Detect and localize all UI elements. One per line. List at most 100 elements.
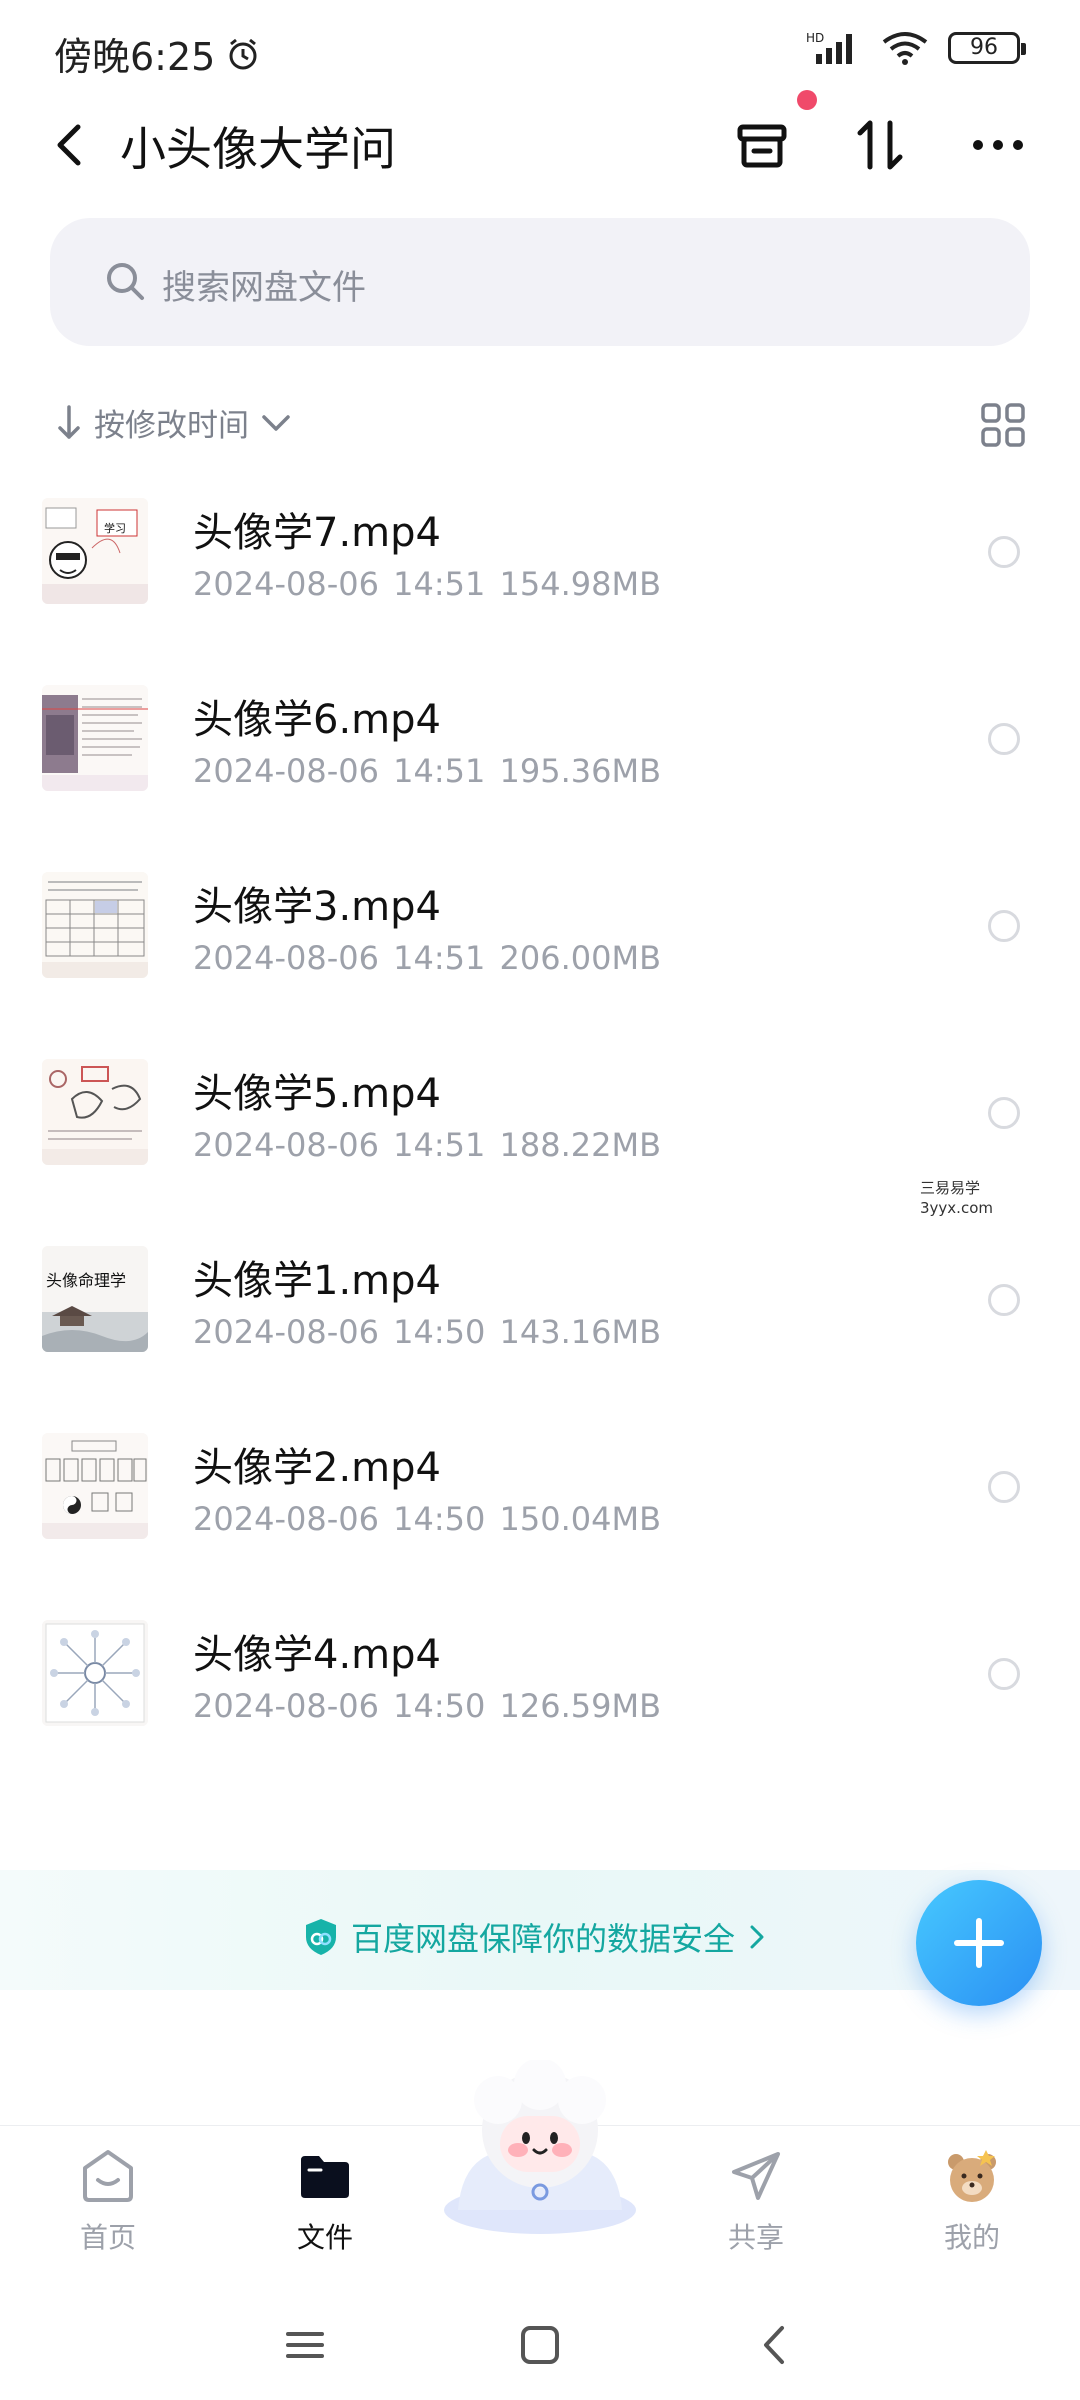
alarm-icon — [229, 38, 257, 69]
page-title: 小头像大学问 — [120, 122, 396, 176]
security-banner-content: 百度网盘保障你的数据安全 — [303, 1914, 767, 1960]
file-time: 14:51 — [393, 939, 486, 977]
file-row[interactable]: 学习 头像学7.mp4 2024-08-06 14:51 154.98MB — [0, 480, 1080, 667]
file-meta: 2024-08-06 14:51 206.00MB — [193, 939, 661, 977]
file-size: 188.22MB — [499, 1126, 662, 1164]
tab-label: 我的 — [943, 2221, 1000, 2254]
battery-indicator: 96 — [948, 32, 1026, 64]
tab-home[interactable]: 首页 — [38, 2136, 178, 2276]
system-back-icon[interactable] — [740, 2310, 810, 2380]
video-thumbnail: 头像命理学 — [42, 1246, 148, 1352]
file-row[interactable]: 头像学5.mp4 2024-08-06 14:51 188.22MB — [0, 1041, 1080, 1228]
file-select-radio[interactable] — [988, 1658, 1020, 1690]
file-select-radio[interactable] — [988, 1471, 1020, 1503]
sort-arrow-down-icon — [58, 404, 80, 439]
file-name: 头像学7.mp4 — [193, 510, 441, 556]
file-time: 14:50 — [393, 1500, 486, 1538]
file-row[interactable]: 头像学2.mp4 2024-08-06 14:50 150.04MB — [0, 1415, 1080, 1602]
file-select-radio[interactable] — [988, 723, 1020, 755]
file-name: 头像学5.mp4 — [193, 1071, 441, 1117]
file-name: 头像学6.mp4 — [193, 697, 441, 743]
file-date: 2024-08-06 — [193, 939, 379, 977]
file-time: 14:51 — [393, 752, 486, 790]
chevron-down-icon — [262, 414, 290, 431]
header-bar: 小头像大学问 — [0, 105, 1080, 185]
text-page-thumb-image — [42, 685, 148, 791]
folder-icon — [301, 2156, 349, 2198]
file-size: 154.98MB — [499, 565, 662, 603]
status-icons: HD 96 — [806, 30, 1026, 66]
thumb-learn-label: 学习 — [104, 521, 126, 535]
system-nav-bar — [0, 2290, 1080, 2400]
status-bar: 傍晚6:25 HD 96 — [0, 0, 1080, 100]
grid-view-icon[interactable] — [980, 402, 1026, 448]
more-options-icon[interactable] — [966, 113, 1030, 177]
bear-avatar-icon — [948, 2150, 996, 2202]
meme-face-thumb-image: 学习 — [42, 498, 148, 604]
file-date: 2024-08-06 — [193, 1500, 379, 1538]
app-root: 傍晚6:25 HD 96 小头像大学问 搜索网盘文件 按修改时间 学习 头像学7… — [0, 0, 1080, 2400]
file-time: 14:51 — [393, 565, 486, 603]
file-name: 头像学1.mp4 — [193, 1258, 441, 1304]
recycle-bin-icon[interactable] — [730, 113, 794, 177]
site-watermark: 三易易学 3yyx.com — [920, 1178, 993, 1218]
thumb-title-text: 头像命理学 — [46, 1271, 126, 1290]
file-date: 2024-08-06 — [193, 1313, 379, 1351]
mindmap-thumb-image — [42, 1620, 148, 1726]
home-icon — [83, 2150, 133, 2202]
file-date: 2024-08-06 — [193, 565, 379, 603]
file-date: 2024-08-06 — [193, 1687, 379, 1725]
notification-dot — [797, 90, 817, 110]
file-meta: 2024-08-06 14:51 195.36MB — [193, 752, 661, 790]
sort-label: 按修改时间 — [94, 408, 249, 444]
file-size: 195.36MB — [499, 752, 662, 790]
file-time: 14:51 — [393, 1126, 486, 1164]
watermark-line-2: 3yyx.com — [920, 1199, 993, 1217]
recent-apps-icon[interactable] — [270, 2310, 340, 2380]
ai-assistant-mascot[interactable] — [438, 2060, 642, 2240]
file-date: 2024-08-06 — [193, 752, 379, 790]
file-row[interactable]: 头像学4.mp4 2024-08-06 14:50 126.59MB — [0, 1602, 1080, 1789]
file-select-radio[interactable] — [988, 910, 1020, 942]
tab-share[interactable]: 共享 — [686, 2136, 826, 2276]
search-input[interactable]: 搜索网盘文件 — [50, 218, 1030, 346]
file-size: 150.04MB — [499, 1500, 662, 1538]
tab-label: 文件 — [296, 2221, 353, 2254]
paper-plane-icon — [732, 2152, 780, 2200]
sketch-page-thumb-image — [42, 1059, 148, 1165]
file-list: 学习 头像学7.mp4 2024-08-06 14:51 154.98MB 头像… — [0, 480, 1080, 1789]
transfer-list-icon[interactable] — [848, 113, 912, 177]
file-meta: 2024-08-06 14:50 143.16MB — [193, 1313, 661, 1351]
search-placeholder: 搜索网盘文件 — [162, 268, 366, 308]
file-name: 头像学4.mp4 — [193, 1632, 441, 1678]
file-row[interactable]: 头像学3.mp4 2024-08-06 14:51 206.00MB — [0, 854, 1080, 1041]
back-arrow-icon[interactable] — [40, 115, 100, 175]
file-name: 头像学3.mp4 — [193, 884, 441, 930]
file-size: 126.59MB — [499, 1687, 662, 1725]
file-select-radio[interactable] — [988, 1284, 1020, 1316]
table-page-thumb-image — [42, 872, 148, 978]
tab-files[interactable]: 文件 — [255, 2136, 395, 2276]
cellular-signal-icon: HD — [806, 31, 852, 64]
video-thumbnail — [42, 685, 148, 791]
add-button[interactable] — [916, 1880, 1042, 2006]
status-time: 傍晚6:25 — [54, 26, 261, 81]
video-thumbnail — [42, 1433, 148, 1539]
title-card-thumb-image: 头像命理学 — [42, 1246, 148, 1352]
file-meta: 2024-08-06 14:50 150.04MB — [193, 1500, 661, 1538]
file-select-radio[interactable] — [988, 1097, 1020, 1129]
video-thumbnail — [42, 1059, 148, 1165]
search-icon — [107, 263, 144, 300]
file-row[interactable]: 头像学6.mp4 2024-08-06 14:51 195.36MB — [0, 667, 1080, 854]
file-size: 206.00MB — [499, 939, 662, 977]
sort-dropdown[interactable]: 按修改时间 — [54, 400, 293, 445]
home-button-icon[interactable] — [505, 2310, 575, 2380]
shield-icon — [306, 1919, 336, 1955]
tab-mine[interactable]: 我的 — [902, 2136, 1042, 2276]
video-thumbnail: 学习 — [42, 498, 148, 604]
file-meta: 2024-08-06 14:50 126.59MB — [193, 1687, 661, 1725]
file-row[interactable]: 头像命理学 头像学1.mp4 2024-08-06 14:50 143.16MB — [0, 1228, 1080, 1415]
file-select-radio[interactable] — [988, 536, 1020, 568]
file-size: 143.16MB — [499, 1313, 662, 1351]
video-thumbnail — [42, 872, 148, 978]
